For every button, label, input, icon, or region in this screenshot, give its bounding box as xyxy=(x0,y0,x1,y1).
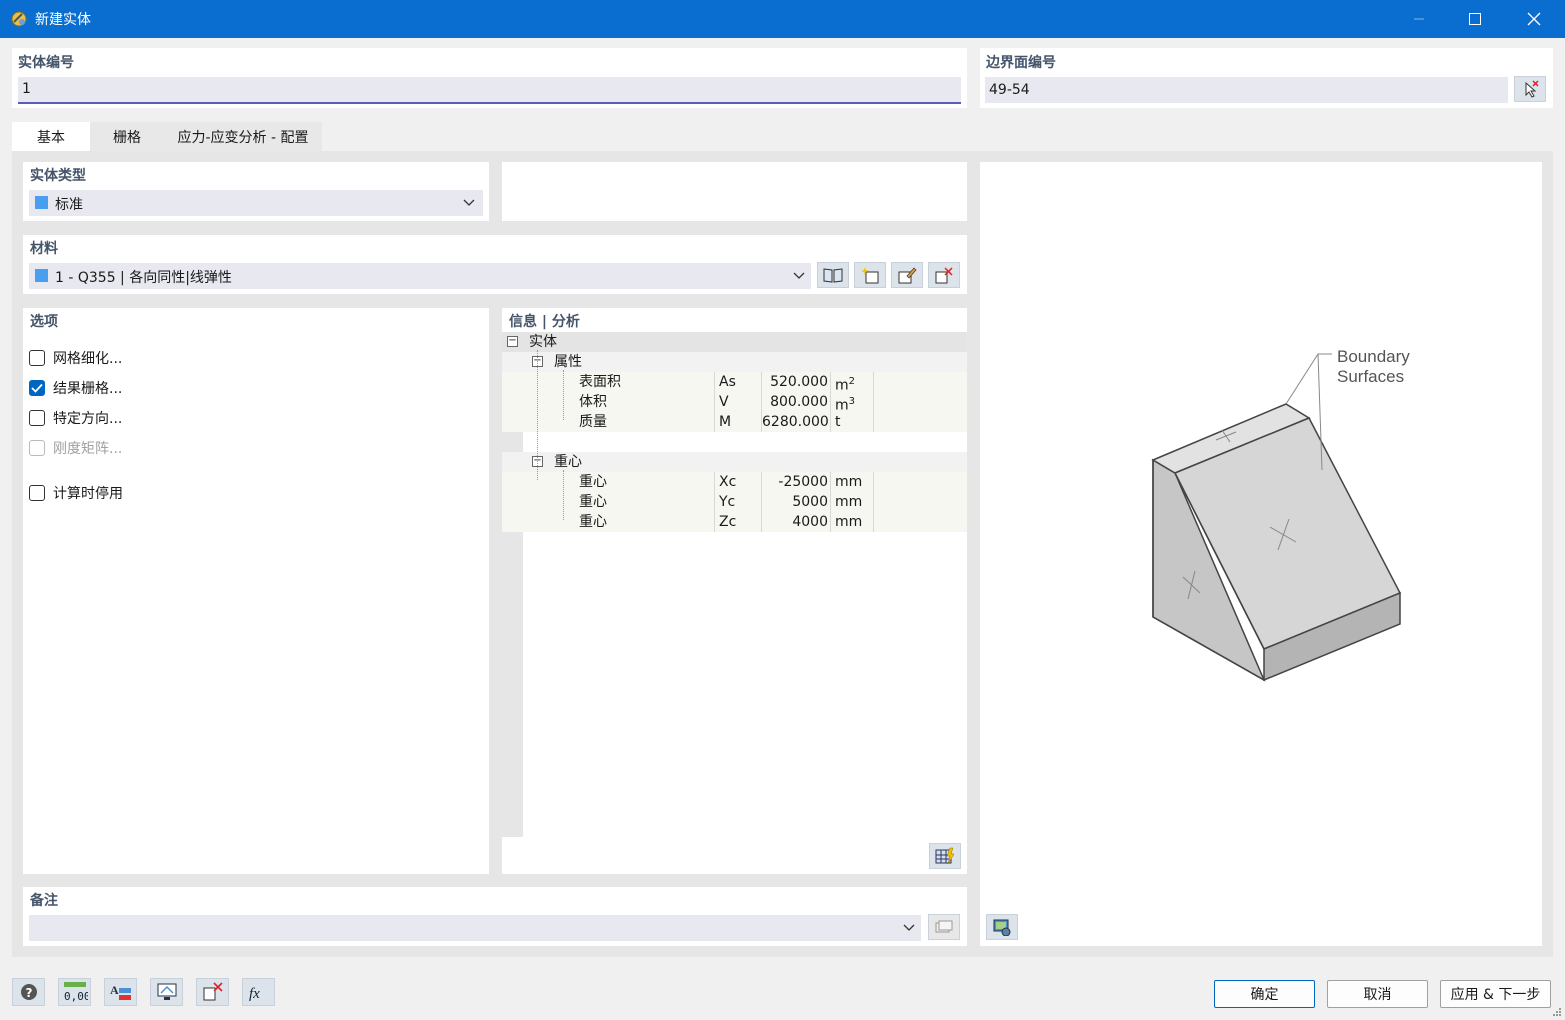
notes-input[interactable] xyxy=(29,915,921,941)
table-lightning-icon xyxy=(935,847,955,865)
chevron-down-icon xyxy=(463,199,475,206)
svg-text:fx: fx xyxy=(249,986,260,1002)
maximize-icon[interactable] xyxy=(1446,0,1504,38)
solid-type-panel: 实体类型 标准 xyxy=(23,162,489,221)
minimize-icon[interactable] xyxy=(1390,0,1448,38)
tree-row: 体积 V 800.000 m3 xyxy=(502,392,967,414)
checkbox-disabled xyxy=(29,440,45,456)
material-panel: 材料 1 - Q355 | 各向同性|线弹性 xyxy=(23,235,967,294)
svg-text:0,00: 0,00 xyxy=(64,990,88,1003)
checkbox-checked[interactable] xyxy=(29,380,45,396)
pick-delete-icon xyxy=(203,982,223,1001)
edit-icon xyxy=(898,267,917,284)
option-mesh-refinement[interactable]: 网格细化... xyxy=(29,348,122,368)
svg-text:A: A xyxy=(110,983,119,997)
tree-row: 重心 Zc 4000 mm xyxy=(502,512,967,532)
preview-panel: Boundary Surfaces xyxy=(980,162,1542,946)
ok-button[interactable]: 确定 xyxy=(1214,980,1315,1008)
material-label: 材料 xyxy=(30,241,58,257)
window-title: 新建实体 xyxy=(35,12,91,28)
stack-icon xyxy=(935,920,953,933)
material-select[interactable]: 1 - Q355 | 各向同性|线弹性 xyxy=(29,263,811,289)
display-settings-icon xyxy=(993,919,1011,936)
color-swatch xyxy=(35,269,48,282)
tree-group-row[interactable]: − 重心 xyxy=(502,452,967,472)
tree-row: 重心 Yc 5000 mm xyxy=(502,492,967,512)
options-label: 选项 xyxy=(30,314,58,330)
solid-number-label: 实体编号 xyxy=(18,55,74,71)
tree-row: 重心 Xc -25000 mm xyxy=(502,472,967,492)
empty-panel xyxy=(502,162,967,221)
tree-root-row[interactable]: − 实体 xyxy=(502,332,967,352)
pick-delete-button[interactable] xyxy=(196,978,229,1006)
formula-button[interactable]: fx xyxy=(242,978,275,1006)
tree-row: 质量 M 6280.000 t xyxy=(502,412,967,432)
text-properties-icon: A xyxy=(110,983,131,1000)
fx-icon: fx xyxy=(249,986,260,1002)
tab-stress-strain[interactable]: 应力-应变分析 - 配置 xyxy=(164,122,322,151)
options-panel: 选项 网格细化... 结果栅格... 特定方向... 刚度矩阵... 计算时停用 xyxy=(23,308,489,874)
info-analysis-panel: 信息 | 分析 − 实体 − 属性 表面积 As 520.000 m2 体积 V… xyxy=(502,308,967,874)
pick-cursor-icon xyxy=(1525,80,1539,98)
boundary-surfaces-input[interactable]: 49-54 xyxy=(985,77,1508,103)
tree-group-row[interactable]: − 属性 xyxy=(502,352,967,372)
annotation-line2: Surfaces xyxy=(1337,367,1404,386)
solid-number-panel: 实体编号 1 xyxy=(12,48,967,108)
help-icon: ? xyxy=(20,984,37,1000)
preview-options-button[interactable] xyxy=(986,914,1018,940)
collapse-icon[interactable]: − xyxy=(507,336,518,347)
checkbox[interactable] xyxy=(29,410,45,426)
new-material-button[interactable] xyxy=(854,262,886,288)
decimal-icon: 0,00 xyxy=(63,982,88,1003)
cancel-button[interactable]: 取消 xyxy=(1327,980,1428,1008)
display-properties-button[interactable]: A xyxy=(104,978,137,1006)
delete-material-button[interactable] xyxy=(928,262,960,288)
color-swatch xyxy=(35,196,48,209)
checkbox[interactable] xyxy=(29,485,45,501)
annotation-line1: Boundary xyxy=(1337,347,1410,366)
material-library-button[interactable] xyxy=(817,262,849,288)
chevron-down-icon xyxy=(903,924,915,931)
option-result-mesh[interactable]: 结果栅格... xyxy=(29,378,122,398)
book-icon xyxy=(823,268,843,283)
info-analysis-label: 信息 | 分析 xyxy=(509,314,580,330)
edit-material-button[interactable] xyxy=(891,262,923,288)
units-button[interactable]: 0,00 xyxy=(58,978,91,1006)
apply-next-button[interactable]: 应用 & 下一步 xyxy=(1440,980,1551,1008)
info-tree: − 实体 − 属性 表面积 As 520.000 m2 体积 V 800.000… xyxy=(502,332,967,837)
svg-text:?: ? xyxy=(25,986,32,1000)
close-icon[interactable] xyxy=(1505,0,1563,38)
option-deactivate[interactable]: 计算时停用 xyxy=(29,483,123,503)
checkbox[interactable] xyxy=(29,350,45,366)
tab-basic[interactable]: 基本 xyxy=(12,122,90,151)
option-stiffness-matrix: 刚度矩阵... xyxy=(29,438,122,458)
table-calc-button[interactable] xyxy=(929,843,961,869)
chevron-down-icon xyxy=(793,272,805,279)
app-icon xyxy=(10,10,28,28)
boundary-surfaces-panel: 边界面编号 49-54 xyxy=(980,48,1553,108)
pick-delete-icon xyxy=(935,267,953,284)
resize-grip-icon[interactable] xyxy=(1551,1006,1563,1018)
pick-surfaces-button[interactable] xyxy=(1514,76,1546,102)
view-button[interactable] xyxy=(150,978,183,1006)
help-button[interactable]: ? xyxy=(12,978,45,1006)
solid-type-select[interactable]: 标准 xyxy=(29,190,483,216)
solid-number-input[interactable]: 1 xyxy=(18,77,961,104)
new-star-icon xyxy=(861,267,879,284)
view-screen-icon xyxy=(157,983,176,1000)
tab-mesh[interactable]: 栅格 xyxy=(90,122,164,151)
solid-preview-image: Boundary Surfaces xyxy=(1151,347,1410,682)
checkmark-icon xyxy=(31,383,43,393)
option-specific-direction[interactable]: 特定方向... xyxy=(29,408,122,428)
notes-label: 备注 xyxy=(30,893,58,909)
solid-type-label: 实体类型 xyxy=(30,168,86,184)
tree-row: 表面积 As 520.000 m2 xyxy=(502,372,967,394)
title-bar: 新建实体 xyxy=(0,0,1565,38)
boundary-surfaces-label: 边界面编号 xyxy=(986,55,1056,71)
notes-library-button[interactable] xyxy=(928,914,960,940)
notes-panel: 备注 xyxy=(23,887,967,946)
